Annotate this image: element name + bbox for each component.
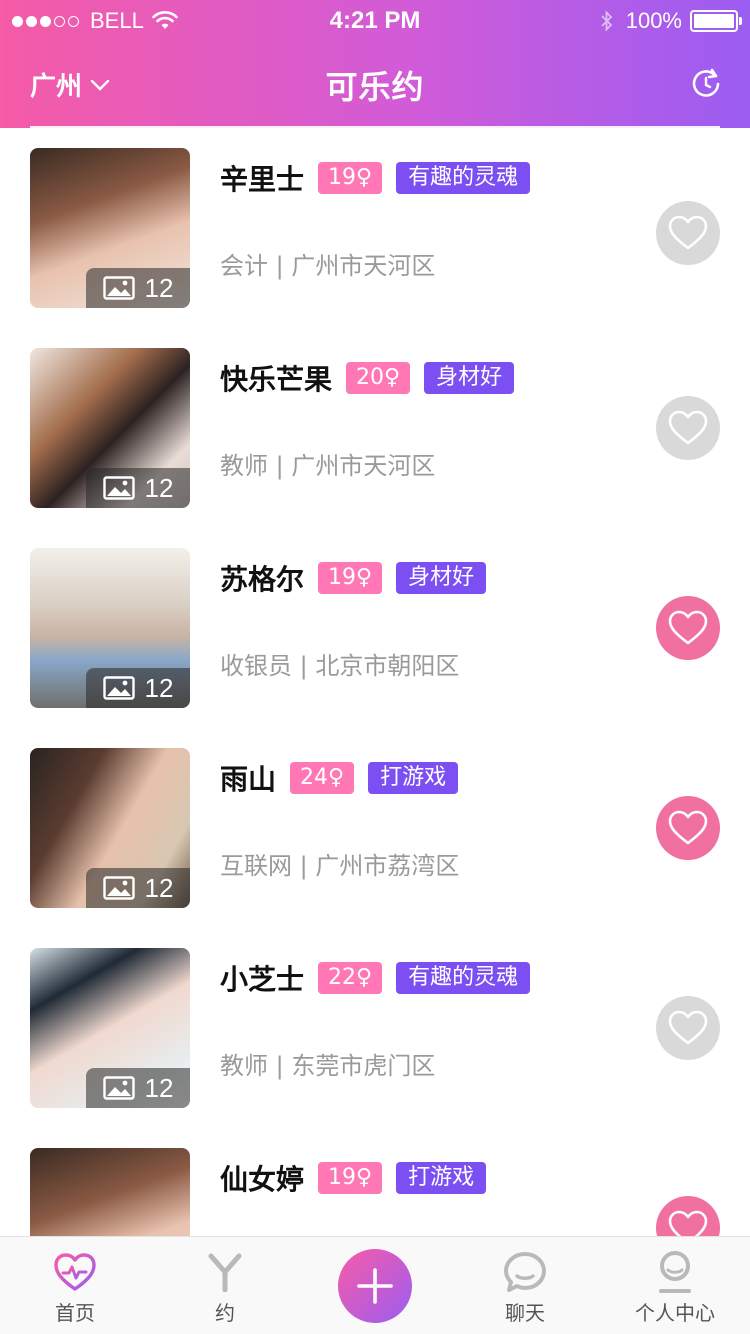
like-button[interactable]	[656, 1196, 720, 1236]
y-icon	[208, 1253, 242, 1292]
photo-count-badge: 12	[86, 268, 190, 308]
heart-icon	[668, 810, 708, 845]
profile-list[interactable]: 12 辛里士 19♀ 有趣的灵魂 会计 | 广州市天河区 12 快乐芒果 20♀…	[0, 128, 750, 1236]
tab-profile[interactable]: 个人中心	[600, 1237, 750, 1334]
age-badge: 19♀	[318, 1162, 383, 1194]
photo-count: 12	[144, 272, 174, 303]
profile-info: 会计 | 广州市天河区	[220, 252, 436, 280]
tab-chat[interactable]: 聊天	[450, 1237, 600, 1334]
tab-home-label: 首页	[55, 1301, 95, 1325]
like-button[interactable]	[656, 596, 720, 660]
profile-header: 快乐芒果 20♀ 身材好	[220, 360, 515, 396]
photo-count: 12	[144, 1072, 174, 1103]
tab-date[interactable]: 约	[150, 1237, 300, 1334]
profile-header: 辛里士 19♀ 有趣的灵魂	[220, 160, 531, 196]
tab-date-label: 约	[215, 1301, 235, 1325]
page-title: 可乐约	[325, 68, 425, 106]
profile-card[interactable]: 12 辛里士 19♀ 有趣的灵魂 会计 | 广州市天河区	[0, 128, 750, 328]
profile-name: 快乐芒果	[220, 363, 333, 396]
interest-tag: 打游戏	[368, 762, 459, 794]
age-badge: 24♀	[290, 762, 355, 794]
photo-count: 12	[144, 472, 174, 503]
image-icon	[102, 876, 135, 900]
heartbeat-icon	[54, 1253, 96, 1291]
photo-count-badge: 12	[86, 868, 190, 908]
heart-icon	[668, 1010, 708, 1045]
interest-tag: 有趣的灵魂	[396, 962, 531, 994]
age-badge: 19♀	[318, 562, 383, 594]
heart-icon	[668, 610, 708, 645]
image-icon	[102, 676, 135, 700]
image-icon	[102, 276, 135, 300]
profile-info: 教师 | 东莞市虎门区	[220, 1052, 436, 1080]
photo-count: 12	[144, 672, 174, 703]
profile-photo[interactable]: 12	[30, 948, 190, 1108]
interest-tag: 身材好	[424, 362, 515, 394]
profile-name: 小芝士	[220, 963, 305, 996]
profile-photo[interactable]: 12	[30, 148, 190, 308]
tab-profile-label: 个人中心	[635, 1301, 715, 1325]
profile-name: 雨山	[220, 763, 277, 796]
header: BELL 4:21 PM 100% 广州 可乐约	[0, 0, 750, 128]
age-badge: 20♀	[346, 362, 411, 394]
status-right: 100%	[600, 6, 742, 36]
battery-icon	[690, 10, 742, 32]
plus-icon	[357, 1268, 393, 1304]
profile-card[interactable]: 12 苏格尔 19♀ 身材好 收银员 | 北京市朝阳区	[0, 528, 750, 728]
image-icon	[102, 476, 135, 500]
interest-tag: 有趣的灵魂	[396, 162, 531, 194]
profile-header: 仙女婷 19♀ 打游戏	[220, 1160, 487, 1196]
profile-card[interactable]: 12 快乐芒果 20♀ 身材好 教师 | 广州市天河区	[0, 328, 750, 528]
profile-photo[interactable]: 12	[30, 548, 190, 708]
profile-header: 苏格尔 19♀ 身材好	[220, 560, 487, 596]
age-badge: 19♀	[318, 162, 383, 194]
heart-icon	[668, 410, 708, 445]
age-badge: 22♀	[318, 962, 383, 994]
profile-photo[interactable]: 12	[30, 748, 190, 908]
like-button[interactable]	[656, 996, 720, 1060]
profile-photo[interactable]: 12	[30, 348, 190, 508]
add-post-button[interactable]	[338, 1249, 412, 1323]
like-button[interactable]	[656, 201, 720, 265]
profile-photo[interactable]	[30, 1148, 190, 1236]
heart-icon	[668, 215, 708, 250]
profile-card[interactable]: 12 雨山 24♀ 打游戏 互联网 | 广州市荔湾区	[0, 728, 750, 928]
interest-tag: 打游戏	[396, 1162, 487, 1194]
bluetooth-icon	[601, 10, 612, 32]
tab-chat-label: 聊天	[505, 1301, 545, 1325]
profile-card[interactable]: 仙女婷 19♀ 打游戏	[0, 1128, 750, 1236]
nav-bar: 广州 可乐约	[0, 40, 750, 128]
profile-card[interactable]: 12 小芝士 22♀ 有趣的灵魂 教师 | 东莞市虎门区	[0, 928, 750, 1128]
heart-icon	[668, 1210, 708, 1236]
like-button[interactable]	[656, 796, 720, 860]
profile-info: 收银员 | 北京市朝阳区	[220, 652, 460, 680]
profile-info: 教师 | 广州市天河区	[220, 452, 436, 480]
interest-tag: 身材好	[396, 562, 487, 594]
photo-count: 12	[144, 872, 174, 903]
profile-header: 小芝士 22♀ 有趣的灵魂	[220, 960, 531, 996]
profile-name: 苏格尔	[220, 563, 305, 596]
battery-percent: 100%	[625, 8, 682, 33]
chat-bubble-icon	[504, 1252, 546, 1292]
photo-count-badge: 12	[86, 668, 190, 708]
image-icon	[102, 1076, 135, 1100]
tab-bar: 首页 约 聊天 个人中心	[0, 1236, 750, 1334]
photo-count-badge: 12	[86, 468, 190, 508]
profile-info: 互联网 | 广州市荔湾区	[220, 852, 460, 880]
profile-header: 雨山 24♀ 打游戏	[220, 760, 459, 796]
profile-name: 辛里士	[220, 163, 305, 196]
like-button[interactable]	[656, 396, 720, 460]
status-bar: BELL 4:21 PM 100%	[0, 0, 750, 40]
refresh-icon[interactable]	[690, 68, 722, 100]
tab-home[interactable]: 首页	[0, 1237, 150, 1334]
photo-count-badge: 12	[86, 1068, 190, 1108]
profile-name: 仙女婷	[220, 1163, 305, 1196]
person-icon	[659, 1251, 691, 1293]
